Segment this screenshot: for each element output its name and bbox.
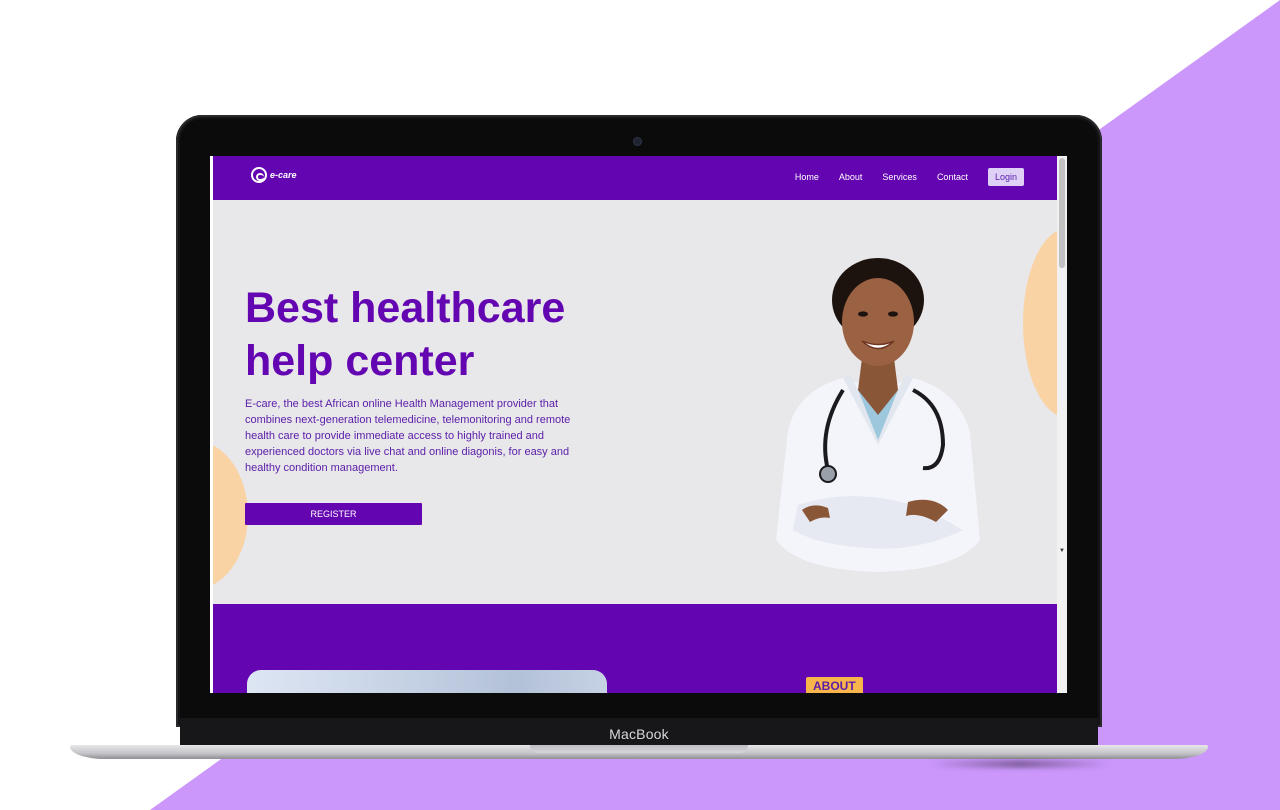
camera-icon <box>634 138 641 145</box>
hero-title: Best healthcare help center <box>245 282 605 388</box>
nav-links: Home About Services Contact Login <box>775 168 1024 186</box>
scroll-thumb[interactable] <box>1059 158 1065 268</box>
laptop-brand-label: MacBook <box>609 725 669 742</box>
about-image <box>247 670 607 693</box>
hero-section: Best healthcare help center E-care, the … <box>213 200 1057 604</box>
decorative-blob-left <box>213 440 248 590</box>
nav-link-contact[interactable]: Contact <box>937 172 968 182</box>
site-navbar: e-care Home About Services Contact Login <box>213 156 1057 200</box>
hero-title-line1: Best healthcare <box>245 284 566 332</box>
nav-link-home[interactable]: Home <box>795 172 819 182</box>
logo-icon <box>251 167 267 183</box>
decorative-blob-right <box>1023 228 1057 418</box>
hero-description: E-care, the best African online Health M… <box>245 398 571 474</box>
nav-link-about[interactable]: About <box>839 172 863 182</box>
about-section: ABOUT <box>213 604 1057 693</box>
doctor-image <box>776 258 980 572</box>
hero-title-line2: help center <box>245 337 475 385</box>
logo-text: e-care <box>270 170 297 180</box>
site-logo[interactable]: e-care <box>251 167 297 183</box>
laptop-shadow <box>930 760 1110 768</box>
laptop-bottom-bezel: MacBook <box>180 718 1098 748</box>
login-button[interactable]: Login <box>987 168 1024 186</box>
nav-link-services[interactable]: Services <box>882 172 917 182</box>
register-button[interactable]: REGISTER <box>245 503 422 525</box>
laptop-base-notch <box>530 745 748 753</box>
about-badge: ABOUT <box>806 677 863 693</box>
laptop-screen: e-care Home About Services Contact Login… <box>210 156 1067 693</box>
scroll-down-arrow-icon[interactable]: ▼ <box>1059 548 1065 554</box>
